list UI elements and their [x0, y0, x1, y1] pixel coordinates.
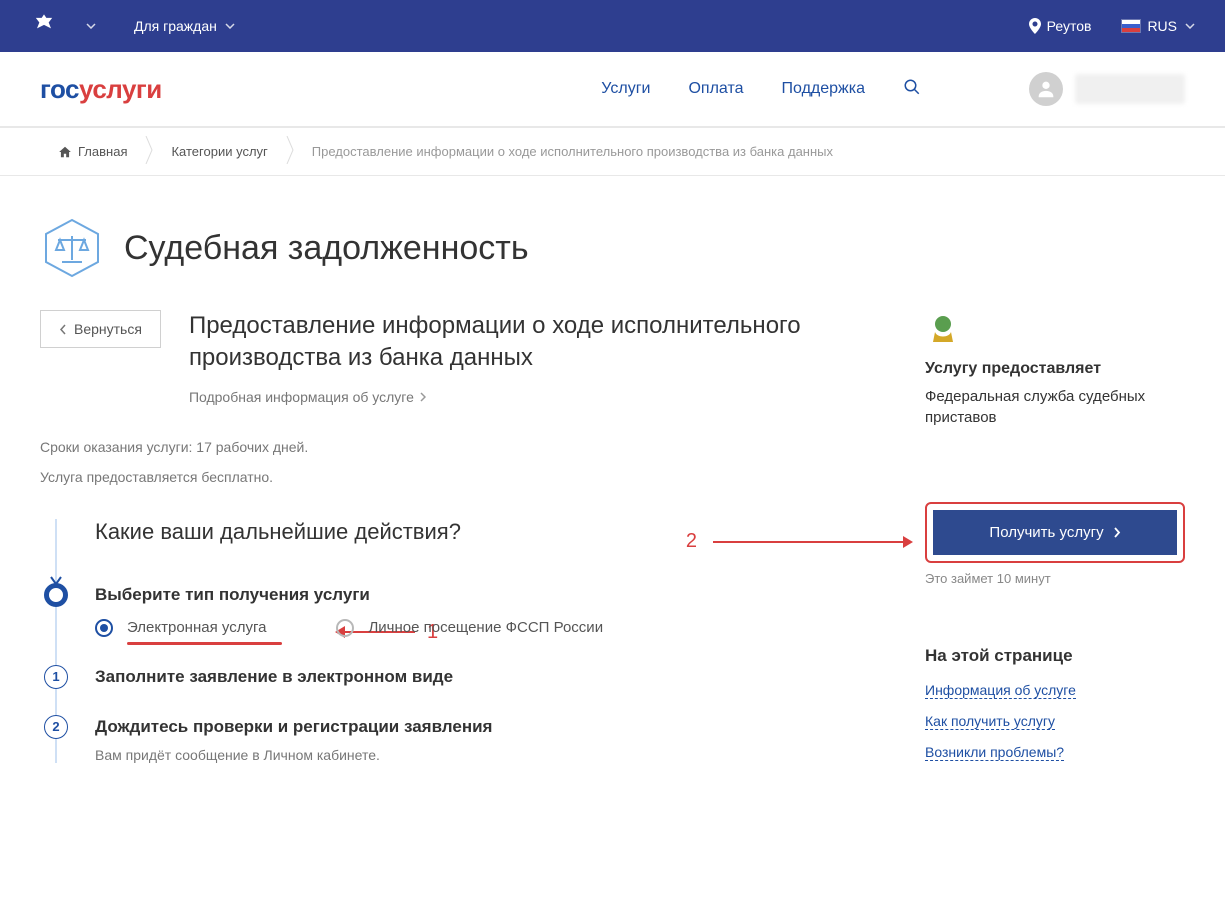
- home-icon: [58, 145, 72, 159]
- service-free: Услуга предоставляется бесплатно.: [40, 469, 865, 485]
- flag-icon: [1121, 19, 1141, 33]
- service-title: Предоставление информации о ходе исполни…: [189, 310, 865, 375]
- on-this-page: На этой странице Информация об услуге Ка…: [925, 646, 1185, 761]
- breadcrumb-separator: [145, 136, 153, 167]
- avatar-icon: [1029, 72, 1063, 106]
- nav-services[interactable]: Услуги: [601, 80, 650, 98]
- page-title: Судебная задолженность: [124, 229, 529, 268]
- radio-electronic[interactable]: Электронная услуга 1: [95, 619, 266, 637]
- logo[interactable]: госуслуги: [40, 74, 162, 105]
- chevron-left-icon: [59, 324, 66, 335]
- breadcrumb-current: Предоставление информации о ходе исполни…: [294, 144, 851, 159]
- language-selector[interactable]: RUS: [1121, 18, 1195, 34]
- get-service-button[interactable]: Получить услугу: [933, 510, 1177, 555]
- on-page-heading: На этой странице: [925, 646, 1185, 666]
- service-term: Сроки оказания услуги: 17 рабочих дней.: [40, 439, 865, 455]
- lang-label: RUS: [1147, 18, 1177, 34]
- service-details-link[interactable]: Подробная информация об услуге: [189, 389, 865, 405]
- chevron-right-icon: [420, 392, 426, 402]
- timeline-marker-2: 2: [44, 715, 68, 739]
- user-name-redacted: [1075, 74, 1185, 104]
- chevron-down-icon: [225, 20, 235, 32]
- emblem-dropdown-icon[interactable]: [86, 20, 96, 32]
- radio-personal[interactable]: Личное посещение ФССП России: [336, 619, 603, 637]
- service-category-icon: [40, 216, 104, 280]
- authority-name: Федеральная служба судебных приставов: [925, 386, 1185, 428]
- nav-payment[interactable]: Оплата: [688, 80, 743, 98]
- breadcrumb-categories[interactable]: Категории услуг: [153, 144, 285, 159]
- authority-icon: [925, 310, 961, 346]
- on-page-link[interactable]: Возникли проблемы?: [925, 744, 1064, 761]
- step-wait: Дождитесь проверки и регистрации заявлен…: [95, 717, 865, 737]
- emblem-icon[interactable]: [30, 12, 58, 40]
- breadcrumb-home[interactable]: Главная: [40, 144, 145, 159]
- nav-support[interactable]: Поддержка: [782, 80, 865, 98]
- audience-selector[interactable]: Для граждан: [134, 18, 235, 34]
- audience-label: Для граждан: [134, 18, 217, 34]
- breadcrumb-separator: [286, 136, 294, 167]
- location-label: Реутов: [1047, 18, 1092, 34]
- radio-icon: [336, 619, 354, 637]
- step-fill: Заполните заявление в электронном виде: [95, 667, 865, 687]
- back-button[interactable]: Вернуться: [40, 310, 161, 348]
- cta-note: Это займет 10 минут: [925, 571, 1185, 586]
- location-selector[interactable]: Реутов: [1029, 18, 1092, 34]
- step-choose-type: Выберите тип получения услуги: [95, 585, 865, 605]
- chevron-right-icon: [1114, 527, 1121, 538]
- topbar: Для граждан Реутов RUS: [0, 0, 1225, 52]
- timeline: Какие ваши дальнейшие действия? Выберите…: [40, 519, 865, 763]
- on-page-link[interactable]: Как получить услугу: [925, 713, 1055, 730]
- step-wait-sub: Вам придёт сообщение в Личном кабинете.: [95, 747, 865, 763]
- pin-icon: [1029, 18, 1041, 34]
- cta-highlight: 2 Получить услугу: [925, 502, 1185, 563]
- chevron-down-icon: [1185, 20, 1195, 32]
- on-page-link[interactable]: Информация об услуге: [925, 682, 1076, 699]
- authority-heading: Услугу предоставляет: [925, 360, 1185, 378]
- radio-icon: [95, 619, 113, 637]
- user-menu[interactable]: [1029, 72, 1185, 106]
- page-hero: Судебная задолженность: [0, 176, 1225, 310]
- timeline-marker-active: [44, 583, 68, 607]
- annotation-arrow-2: 2: [686, 530, 913, 553]
- timeline-marker-1: 1: [44, 665, 68, 689]
- main-nav: госуслуги Услуги Оплата Поддержка: [0, 52, 1225, 128]
- breadcrumb: Главная Категории услуг Предоставление и…: [0, 128, 1225, 176]
- search-icon[interactable]: [903, 78, 921, 101]
- annotation-underline: [127, 642, 282, 645]
